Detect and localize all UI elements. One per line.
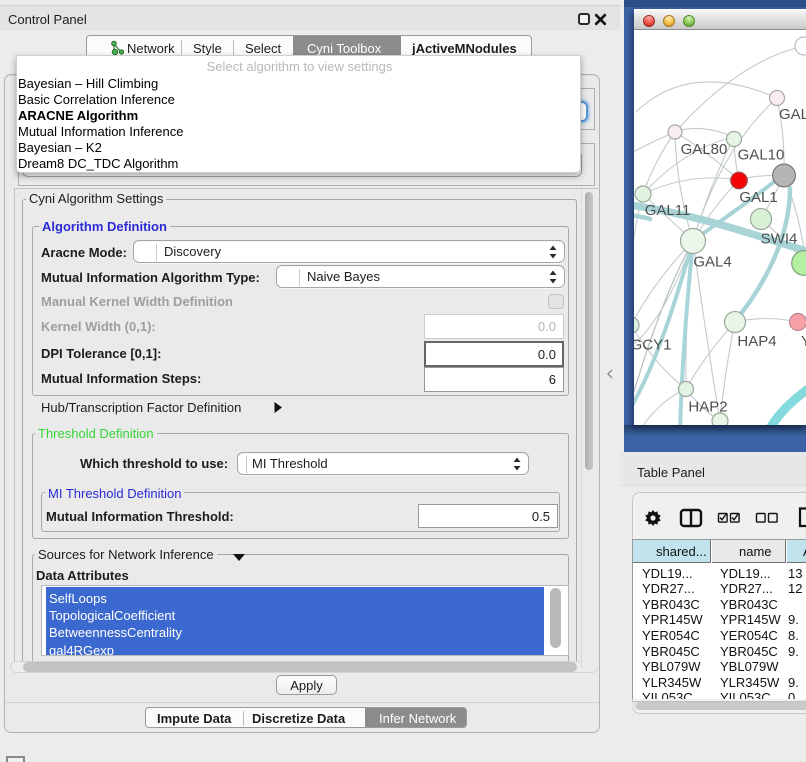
svg-text:GAL80: GAL80 [681,141,728,158]
svg-text:GAL2: GAL2 [779,106,806,123]
svg-text:YJ: YJ [801,333,806,350]
svg-text:GAL11: GAL11 [645,202,691,219]
svg-text:SWI4: SWI4 [761,231,798,248]
svg-text:HAP2: HAP2 [688,399,727,416]
svg-text:GAL1: GAL1 [739,189,777,206]
svg-text:GCY1: GCY1 [634,337,671,354]
svg-text:GAL10: GAL10 [738,147,785,164]
svg-text:HAP4: HAP4 [737,333,776,350]
svg-text:GAL4: GAL4 [693,254,731,271]
